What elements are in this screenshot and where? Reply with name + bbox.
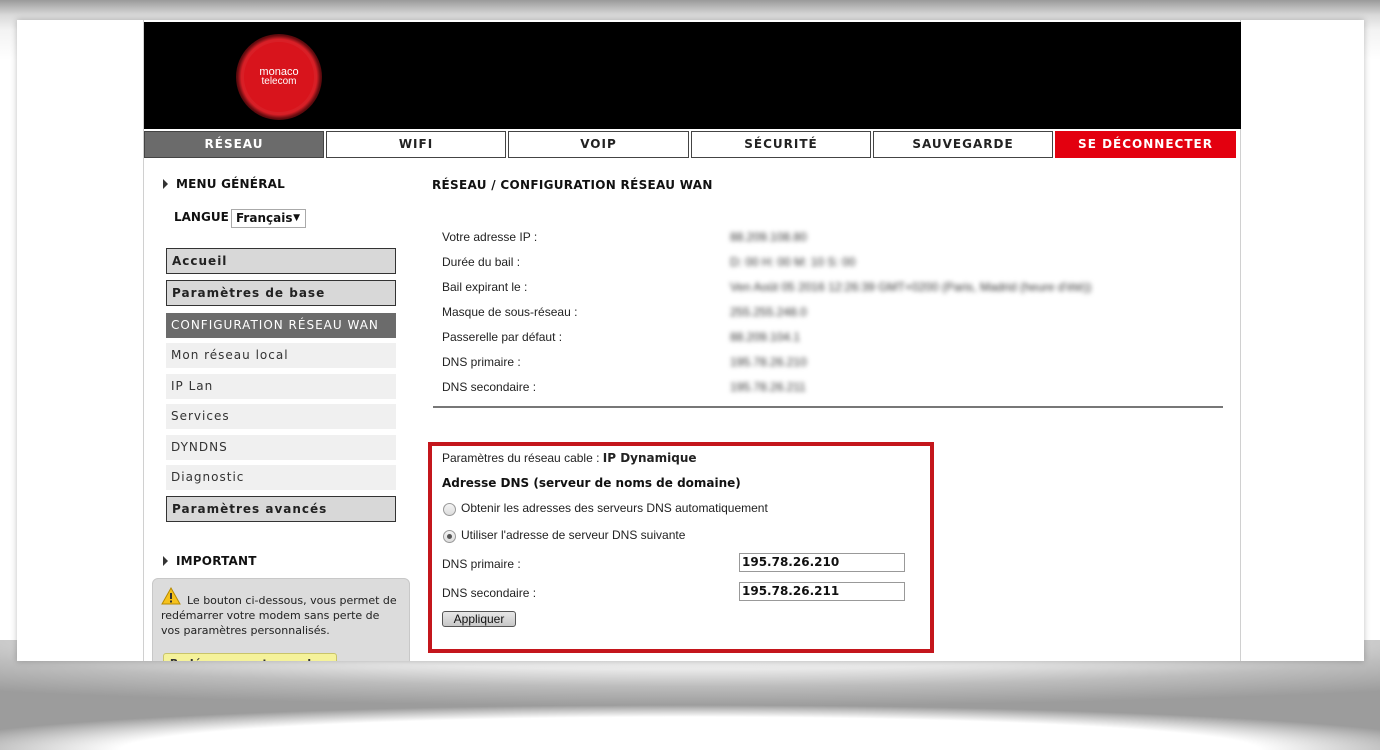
dropdown-arrow-icon: ▼ bbox=[293, 213, 300, 223]
tab-wifi[interactable]: WIFI bbox=[326, 131, 506, 158]
sidebar-item-accueil[interactable]: Accueil bbox=[166, 248, 396, 274]
info-label-dns-primaire: DNS primaire : bbox=[442, 355, 521, 369]
info-label-masque: Masque de sous-réseau : bbox=[442, 305, 578, 319]
dns-section-heading: Adresse DNS (serveur de noms de domaine) bbox=[442, 476, 741, 490]
sidebar-item-dyndns[interactable]: DYNDNS bbox=[166, 435, 396, 460]
page-curl-highlight bbox=[0, 690, 1380, 750]
dns-secondary-label: DNS secondaire : bbox=[442, 586, 537, 600]
caret-right-icon bbox=[163, 556, 168, 566]
tab-reseau[interactable]: RÉSEAU bbox=[144, 131, 324, 158]
monaco-telecom-logo: monaco telecom bbox=[236, 34, 322, 120]
important-text: Le bouton ci-dessous, vous permet de red… bbox=[161, 594, 397, 637]
language-select[interactable]: Français ▼ bbox=[231, 209, 306, 228]
logo-disc: monaco telecom bbox=[244, 42, 314, 112]
cable-network-label: Paramètres du réseau cable : bbox=[442, 451, 600, 465]
sidebar-item-parametres-de-base[interactable]: Paramètres de base bbox=[166, 280, 396, 306]
language-label: LANGUE bbox=[174, 210, 229, 224]
apply-button[interactable]: Appliquer bbox=[442, 611, 516, 627]
sidebar-item-services[interactable]: Services bbox=[166, 404, 396, 429]
browser-page: monaco telecom RÉSEAU WIFI VOIP SÉCURITÉ… bbox=[17, 20, 1364, 661]
dns-auto-radio[interactable] bbox=[443, 503, 456, 516]
important-label: IMPORTANT bbox=[176, 554, 257, 568]
important-title: IMPORTANT bbox=[163, 554, 257, 568]
section-divider bbox=[433, 406, 1223, 408]
menu-general-title: MENU GÉNÉRAL bbox=[163, 177, 285, 191]
sidebar-item-diagnostic[interactable]: Diagnostic bbox=[166, 465, 396, 490]
caret-right-icon bbox=[163, 179, 168, 189]
info-value-ip: 88.209.108.80 bbox=[730, 230, 807, 244]
dns-primary-label: DNS primaire : bbox=[442, 557, 521, 571]
tab-voip[interactable]: VOIP bbox=[508, 131, 689, 158]
menu-general-label: MENU GÉNÉRAL bbox=[176, 177, 285, 191]
language-selected-value: Français bbox=[236, 211, 293, 225]
tab-sauvegarde[interactable]: SAUVEGARDE bbox=[873, 131, 1053, 158]
restart-modem-button[interactable]: Redémarrer votre modem bbox=[163, 653, 337, 661]
info-value-dns-primaire: 195.78.26.210 bbox=[730, 355, 807, 369]
info-value-dns-secondaire: 195.78.26.211 bbox=[730, 380, 806, 394]
dns-primary-input[interactable]: 195.78.26.210 bbox=[739, 553, 905, 572]
info-label-dns-secondaire: DNS secondaire : bbox=[442, 380, 537, 394]
dns-manual-label[interactable]: Utiliser l'adresse de serveur DNS suivan… bbox=[461, 528, 685, 542]
site-header: monaco telecom bbox=[144, 22, 1241, 129]
info-value-bail: D: 00 H: 00 M: 10 S: 00 bbox=[730, 255, 856, 269]
info-value-expiration: Ven Août 05 2016 12:26:39 GMT+0200 (Pari… bbox=[730, 280, 1092, 294]
sidebar-item-ip-lan[interactable]: IP Lan bbox=[166, 374, 396, 399]
dns-manual-radio[interactable] bbox=[443, 530, 456, 543]
important-notice: Le bouton ci-dessous, vous permet de red… bbox=[152, 578, 410, 661]
sidebar-item-configuration-wan[interactable]: CONFIGURATION RÉSEAU WAN bbox=[166, 313, 396, 338]
info-label-bail: Durée du bail : bbox=[442, 255, 521, 269]
main-nav: RÉSEAU WIFI VOIP SÉCURITÉ SAUVEGARDE SE … bbox=[144, 131, 1241, 158]
cable-network-value: IP Dynamique bbox=[602, 451, 697, 465]
info-label-ip: Votre adresse IP : bbox=[442, 230, 538, 244]
dns-secondary-input[interactable]: 195.78.26.211 bbox=[739, 582, 905, 601]
sidebar-item-parametres-avances[interactable]: Paramètres avancés bbox=[166, 496, 396, 522]
logo-text-telecom: telecom bbox=[261, 76, 297, 87]
dns-settings-panel: Paramètres du réseau cable : IP Dynamiqu… bbox=[428, 442, 934, 653]
dns-auto-label[interactable]: Obtenir les adresses des serveurs DNS au… bbox=[461, 501, 768, 515]
info-value-masque: 255.255.248.0 bbox=[730, 305, 807, 319]
tab-securite[interactable]: SÉCURITÉ bbox=[691, 131, 871, 158]
page-title: RÉSEAU / CONFIGURATION RÉSEAU WAN bbox=[432, 178, 713, 192]
sidebar-item-mon-reseau-local[interactable]: Mon réseau local bbox=[166, 343, 396, 368]
info-label-expiration: Bail expirant le : bbox=[442, 280, 528, 294]
logout-button[interactable]: SE DÉCONNECTER bbox=[1055, 131, 1236, 158]
info-label-passerelle: Passerelle par défaut : bbox=[442, 330, 563, 344]
router-admin-site: monaco telecom RÉSEAU WIFI VOIP SÉCURITÉ… bbox=[143, 20, 1241, 661]
info-value-passerelle: 88.209.104.1 bbox=[730, 330, 801, 344]
cable-network-line: Paramètres du réseau cable : IP Dynamiqu… bbox=[442, 451, 697, 465]
